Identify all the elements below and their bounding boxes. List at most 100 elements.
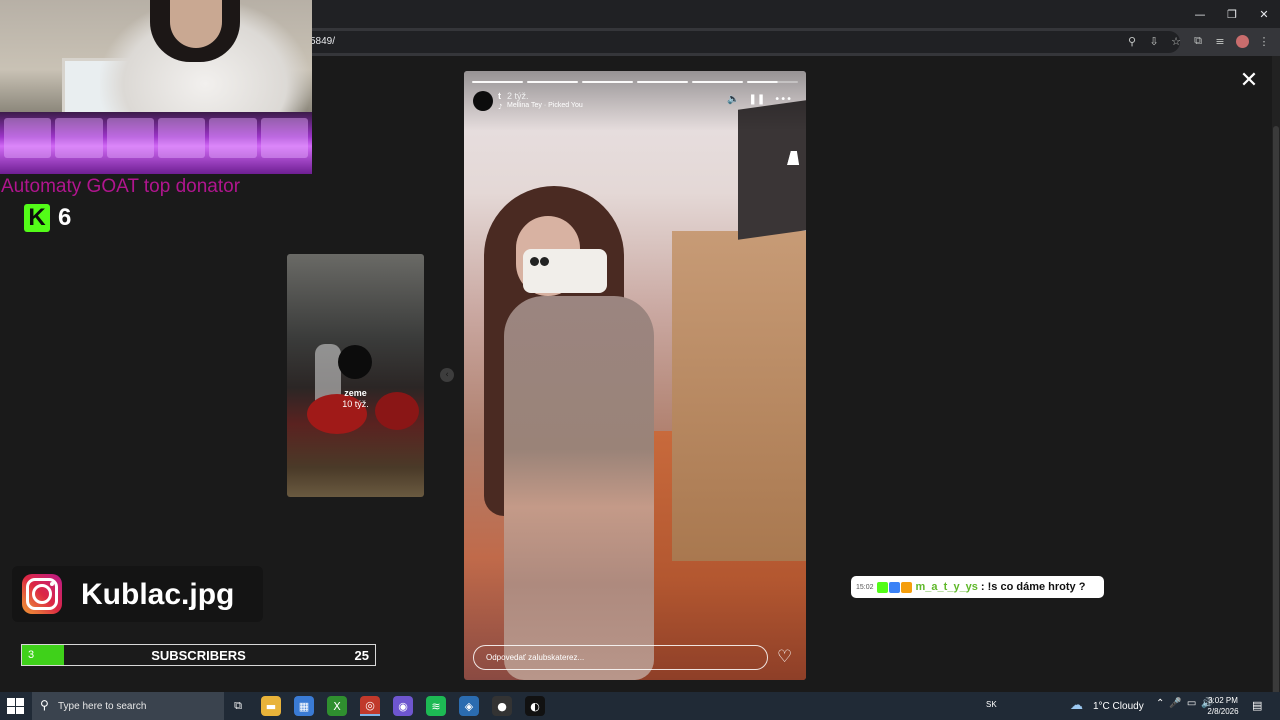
chat-text: : !s co dáme hroty ? xyxy=(980,581,1086,593)
reply-placeholder: Odpovedať zalubskaterez... xyxy=(486,653,585,662)
store-icon[interactable]: ▦ xyxy=(294,696,314,716)
messenger-icon[interactable]: ◉ xyxy=(393,696,413,716)
windows-start-icon[interactable] xyxy=(5,697,25,715)
kick-counter: K 6 xyxy=(24,204,71,232)
window-controls: — ❐ ✕ xyxy=(1184,0,1280,28)
kick-logo-icon: K xyxy=(24,204,50,232)
profile-avatar[interactable] xyxy=(1234,33,1250,49)
side-story-avatar xyxy=(338,345,372,379)
task-view-icon[interactable]: ⧉ xyxy=(228,696,248,716)
search-icon: ⚲ xyxy=(40,698,49,712)
clock-date: 2/8/2026 xyxy=(1207,707,1239,716)
star-icon[interactable]: ☆ xyxy=(1168,33,1184,49)
story-time: 2 týž. xyxy=(507,91,529,101)
story-progress-segment xyxy=(472,81,523,83)
kick-count: 6 xyxy=(58,204,72,231)
media-icon[interactable]: ≡ xyxy=(1212,33,1228,49)
app-icon[interactable]: ◐ xyxy=(525,696,545,716)
subscriber-label: SUBSCRIBERS xyxy=(151,648,246,663)
install-icon[interactable]: ⇩ xyxy=(1146,33,1162,49)
emote-badge-icon xyxy=(900,581,912,593)
zoom-icon[interactable]: ⚲ xyxy=(1124,33,1140,49)
language-indicator[interactable]: SK xyxy=(986,700,997,709)
weather-text[interactable]: 1°C Cloudy xyxy=(1093,701,1144,712)
network-icon[interactable]: ▭ xyxy=(1187,698,1196,709)
scrollbar[interactable] xyxy=(1272,56,1280,720)
chrome-icon[interactable]: ◎ xyxy=(360,696,380,716)
active-story[interactable]: t 2 týž. ♪ Mellina Tey · Picked You 🔈 ❚❚… xyxy=(464,71,806,680)
story-photo xyxy=(540,257,549,266)
story-progress-segment xyxy=(747,81,798,83)
story-photo xyxy=(672,231,806,561)
instagram-banner: Kublac.jpg xyxy=(12,566,263,622)
key xyxy=(55,118,103,158)
key xyxy=(4,118,52,158)
story-photo xyxy=(504,296,654,680)
spotify-icon[interactable]: ≋ xyxy=(426,696,446,716)
kick-badge-icon xyxy=(876,581,888,593)
notifications-icon[interactable]: ▤ xyxy=(1252,699,1262,712)
side-story-username: zeme xyxy=(344,388,367,398)
file-explorer-icon[interactable]: ▬ xyxy=(261,696,281,716)
avatar xyxy=(1235,35,1249,48)
music-icon: ♪ xyxy=(498,103,503,111)
top-donator-text: Automaty GOAT top donator xyxy=(1,176,241,197)
toolbar-icons: ⚲ ⇩ ☆ ⧉ ≡ ⋮ xyxy=(1124,33,1272,49)
side-story-time: 10 týž. xyxy=(342,399,369,409)
instagram-icon xyxy=(22,574,62,614)
key xyxy=(157,118,206,158)
minimize-button[interactable]: — xyxy=(1184,0,1216,28)
previous-story-chevron-icon[interactable]: ‹ xyxy=(440,368,454,382)
story-photo xyxy=(530,257,539,266)
reply-input[interactable]: Odpovedať zalubskaterez... xyxy=(473,645,768,670)
address-bar[interactable] xyxy=(300,31,1180,53)
previous-story-preview[interactable]: zeme 10 týž. xyxy=(287,254,424,497)
xbox-icon[interactable]: X xyxy=(327,696,347,716)
microphone-icon[interactable]: 🎤 xyxy=(1169,698,1181,709)
subscriber-badge-icon xyxy=(888,581,900,593)
story-progress-segment xyxy=(637,81,688,83)
story-progress-bar xyxy=(472,81,798,83)
instagram-handle: Kublac.jpg xyxy=(81,578,235,611)
scrollbar-thumb[interactable] xyxy=(1273,126,1279,720)
instagram-icon-dot xyxy=(50,582,54,586)
chat-message: 15:02 m_a_t_y_ys : !s co dáme hroty ? xyxy=(851,576,1104,598)
story-progress-segment xyxy=(692,81,743,83)
story-username[interactable]: t xyxy=(498,91,501,101)
chat-username: m_a_t_y_ys xyxy=(915,581,978,593)
story-music[interactable]: Mellina Tey · Picked You xyxy=(507,102,583,109)
search-placeholder: Type here to search xyxy=(58,701,147,712)
url-text: 5849/ xyxy=(310,36,336,47)
taskbar-search[interactable]: ⚲ Type here to search xyxy=(32,692,224,720)
clock[interactable]: 3:02 PM 2/8/2026 xyxy=(1202,695,1244,717)
keyboard-keys xyxy=(0,118,312,158)
windows-taskbar: ⚲ Type here to search ⧉ ▬ ▦ X ◎ ◉ ≋ ◈ ● ◐ SK ☁ 1°… xyxy=(0,692,1280,720)
more-options-icon[interactable]: ••• xyxy=(774,94,792,106)
story-progress-segment xyxy=(527,81,578,83)
restore-button[interactable]: ❐ xyxy=(1216,0,1248,28)
clock-time: 3:02 PM xyxy=(1208,696,1238,705)
shield-icon[interactable]: ◈ xyxy=(459,696,479,716)
obs-icon[interactable]: ● xyxy=(492,696,512,716)
close-viewer-icon[interactable]: ✕ xyxy=(1238,70,1260,92)
mute-icon[interactable]: 🔈 xyxy=(727,94,739,106)
like-heart-icon[interactable]: ♡ xyxy=(777,647,792,667)
chevron-up-icon[interactable]: ⌃ xyxy=(1156,698,1164,709)
cloud-icon[interactable]: ☁ xyxy=(1070,698,1083,713)
taskbar-apps: ⧉ ▬ ▦ X ◎ ◉ ≋ ◈ ● ◐ xyxy=(228,696,545,716)
key xyxy=(260,118,308,158)
screen: — ❐ ✕ 5849/ ⚲ ⇩ ☆ ⧉ ≡ ⋮ ✕ zeme 10 týž. ‹ xyxy=(0,0,1280,720)
menu-icon[interactable]: ⋮ xyxy=(1256,33,1272,49)
story-progress-segment xyxy=(582,81,633,83)
close-window-button[interactable]: ✕ xyxy=(1248,0,1280,28)
pause-icon[interactable]: ❚❚ xyxy=(749,94,766,106)
story-controls: 🔈 ❚❚ ••• xyxy=(727,94,792,106)
instagram-icon-lens xyxy=(32,584,52,604)
subscriber-goal-bar: 3 SUBSCRIBERS 25 xyxy=(21,644,376,666)
webcam-feed xyxy=(0,0,312,174)
extensions-icon[interactable]: ⧉ xyxy=(1190,33,1206,49)
key xyxy=(209,118,257,158)
subscriber-goal: 25 xyxy=(354,648,369,663)
story-photo xyxy=(523,249,607,293)
story-avatar[interactable] xyxy=(473,91,493,111)
